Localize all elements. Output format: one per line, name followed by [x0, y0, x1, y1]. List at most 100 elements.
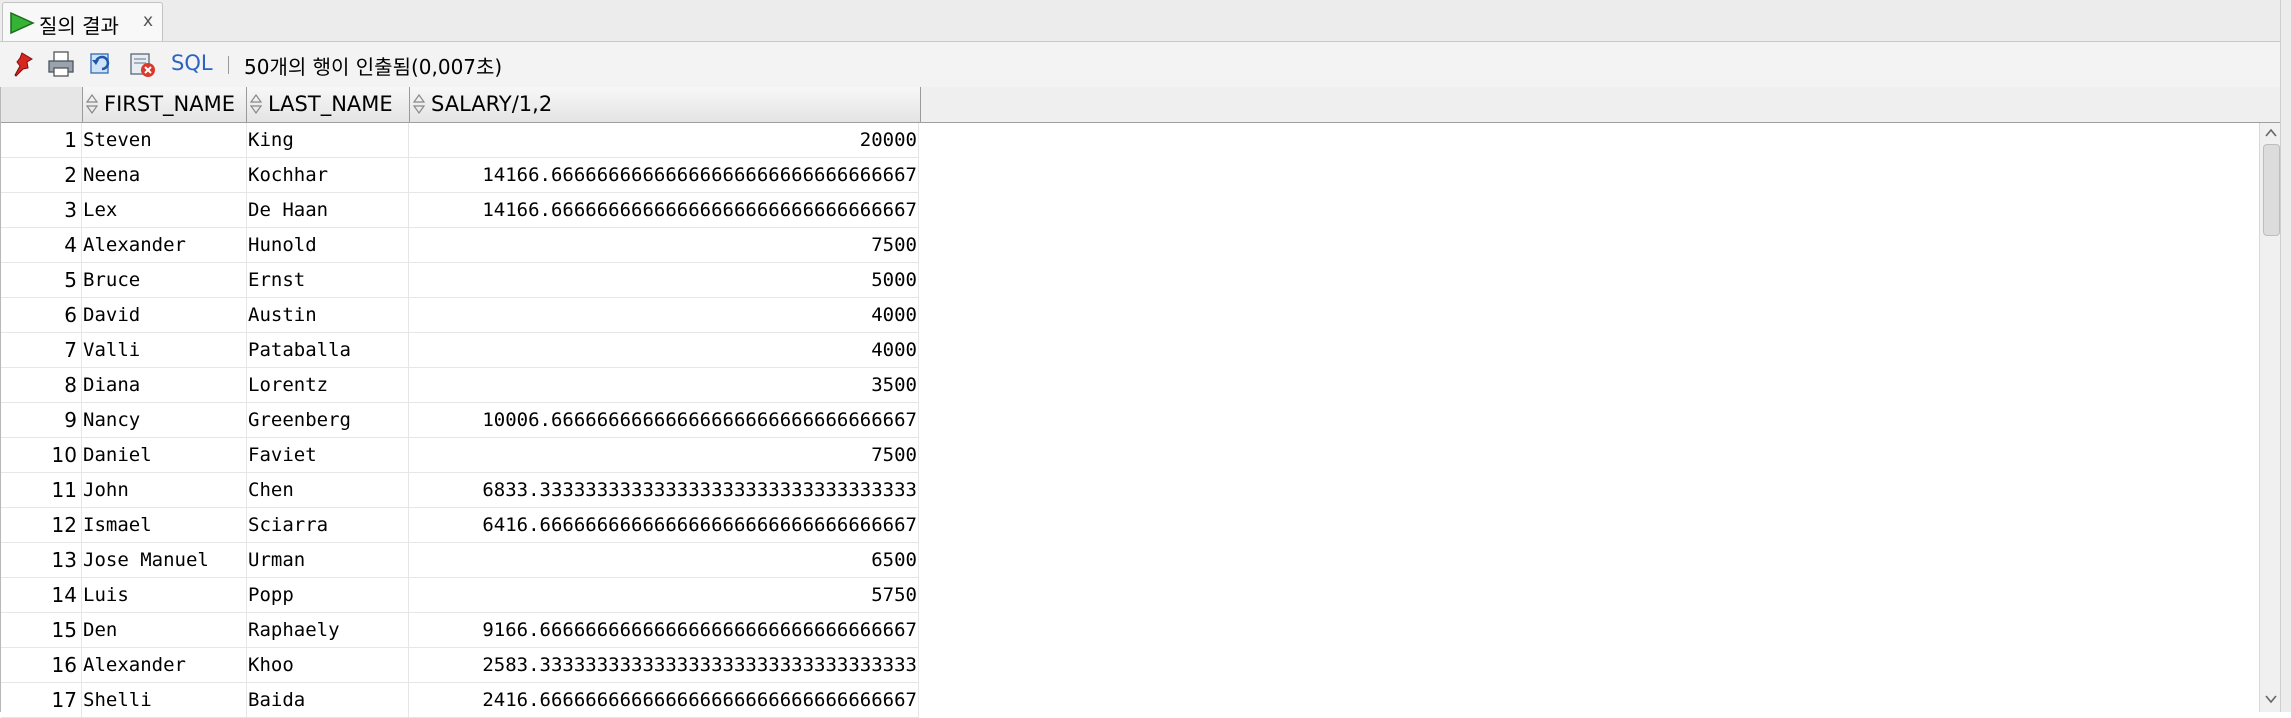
run-icon [10, 12, 35, 34]
cell-salary[interactable]: 3500 [409, 368, 919, 403]
column-header-salary[interactable]: SALARY/1,2 [409, 87, 921, 122]
table-row[interactable]: 6 David Austin 4000 [1, 298, 921, 333]
table-row[interactable]: 10 Daniel Faviet 7500 [1, 438, 921, 473]
column-header-first-name[interactable]: FIRST_NAME [82, 87, 247, 122]
table-row[interactable]: 16 Alexander Khoo 2583.33333333333333333… [1, 648, 921, 683]
cell-salary[interactable]: 20000 [409, 123, 919, 158]
cell-first-name[interactable]: Shelli [82, 683, 247, 718]
vertical-scrollbar[interactable] [2259, 123, 2282, 712]
grid-header: FIRST_NAME LAST_NAME SALARY/1,2 [1, 87, 2281, 123]
table-row[interactable]: 2 Neena Kochhar 14166.666666666666666666… [1, 158, 921, 193]
cell-last-name[interactable]: King [247, 123, 409, 158]
table-row[interactable]: 9 Nancy Greenberg 10006.6666666666666666… [1, 403, 921, 438]
table-row[interactable]: 12 Ismael Sciarra 6416.66666666666666666… [1, 508, 921, 543]
row-number: 16 [1, 648, 82, 683]
cell-last-name[interactable]: Kochhar [247, 158, 409, 193]
cell-last-name[interactable]: Faviet [247, 438, 409, 473]
column-label: LAST_NAME [268, 92, 393, 116]
cell-salary[interactable]: 14166.66666666666666666666666666666667 [409, 193, 919, 228]
table-row[interactable]: 14 Luis Popp 5750 [1, 578, 921, 613]
cell-first-name[interactable]: Diana [82, 368, 247, 403]
refresh-icon[interactable] [86, 49, 116, 79]
cell-first-name[interactable]: Luis [82, 578, 247, 613]
cell-last-name[interactable]: Hunold [247, 228, 409, 263]
cell-first-name[interactable]: John [82, 473, 247, 508]
table-row[interactable]: 4 Alexander Hunold 7500 [1, 228, 921, 263]
row-number: 2 [1, 158, 82, 193]
cell-first-name[interactable]: Alexander [82, 228, 247, 263]
table-row[interactable]: 1 Steven King 20000 [1, 123, 921, 158]
table-row[interactable]: 11 John Chen 6833.3333333333333333333333… [1, 473, 921, 508]
table-row[interactable]: 5 Bruce Ernst 5000 [1, 263, 921, 298]
cell-salary[interactable]: 2416.666666666666666666666666666666667 [409, 683, 919, 718]
row-number: 14 [1, 578, 82, 613]
cell-salary[interactable]: 10006.66666666666666666666666666666667 [409, 403, 919, 438]
cell-first-name[interactable]: Daniel [82, 438, 247, 473]
table-row[interactable]: 8 Diana Lorentz 3500 [1, 368, 921, 403]
export-icon[interactable] [127, 49, 157, 79]
cell-last-name[interactable]: Pataballa [247, 333, 409, 368]
cell-last-name[interactable]: Greenberg [247, 403, 409, 438]
cell-salary[interactable]: 6500 [409, 543, 919, 578]
results-grid: FIRST_NAME LAST_NAME SALARY/1,2 1 Steven… [0, 87, 2291, 718]
cell-first-name[interactable]: David [82, 298, 247, 333]
close-icon[interactable]: x [143, 11, 153, 31]
row-number: 11 [1, 473, 82, 508]
cell-first-name[interactable]: Steven [82, 123, 247, 158]
cell-salary[interactable]: 7500 [409, 438, 919, 473]
table-row[interactable]: 15 Den Raphaely 9166.6666666666666666666… [1, 613, 921, 648]
tab-query-result[interactable]: 질의 결과 x [2, 2, 163, 41]
cell-salary[interactable]: 2583.333333333333333333333333333333333 [409, 648, 919, 683]
pin-icon[interactable] [8, 49, 38, 79]
column-label: SALARY/1,2 [431, 92, 553, 116]
sql-link[interactable]: SQL [171, 51, 213, 75]
cell-salary[interactable]: 6416.666666666666666666666666666666667 [409, 508, 919, 543]
row-number: 9 [1, 403, 82, 438]
table-row[interactable]: 17 Shelli Baida 2416.6666666666666666666… [1, 683, 921, 718]
cell-last-name[interactable]: Sciarra [247, 508, 409, 543]
cell-last-name[interactable]: Raphaely [247, 613, 409, 648]
row-number: 3 [1, 193, 82, 228]
table-row[interactable]: 3 Lex De Haan 14166.66666666666666666666… [1, 193, 921, 228]
cell-first-name[interactable]: Nancy [82, 403, 247, 438]
cell-first-name[interactable]: Jose Manuel [82, 543, 247, 578]
cell-first-name[interactable]: Lex [82, 193, 247, 228]
cell-salary[interactable]: 5000 [409, 263, 919, 298]
cell-first-name[interactable]: Den [82, 613, 247, 648]
row-number: 8 [1, 368, 82, 403]
cell-salary[interactable]: 4000 [409, 333, 919, 368]
cell-salary[interactable]: 14166.66666666666666666666666666666667 [409, 158, 919, 193]
cell-last-name[interactable]: Baida [247, 683, 409, 718]
cell-first-name[interactable]: Ismael [82, 508, 247, 543]
cell-salary[interactable]: 7500 [409, 228, 919, 263]
cell-salary[interactable]: 5750 [409, 578, 919, 613]
column-header-last-name[interactable]: LAST_NAME [246, 87, 410, 122]
scrollbar-thumb[interactable] [2263, 144, 2280, 236]
cell-last-name[interactable]: Urman [247, 543, 409, 578]
cell-last-name[interactable]: De Haan [247, 193, 409, 228]
scroll-down-icon[interactable] [2264, 693, 2278, 705]
tab-strip: 질의 결과 x [0, 0, 2291, 42]
cell-last-name[interactable]: Lorentz [247, 368, 409, 403]
panel-edge [2280, 0, 2291, 712]
cell-salary[interactable]: 6833.333333333333333333333333333333333 [409, 473, 919, 508]
cell-last-name[interactable]: Austin [247, 298, 409, 333]
scroll-up-icon[interactable] [2264, 127, 2278, 139]
table-row[interactable]: 7 Valli Pataballa 4000 [1, 333, 921, 368]
row-number: 15 [1, 613, 82, 648]
cell-first-name[interactable]: Bruce [82, 263, 247, 298]
print-icon[interactable] [46, 49, 76, 79]
cell-first-name[interactable]: Alexander [82, 648, 247, 683]
cell-first-name[interactable]: Neena [82, 158, 247, 193]
cell-first-name[interactable]: Valli [82, 333, 247, 368]
row-number: 4 [1, 228, 82, 263]
cell-last-name[interactable]: Khoo [247, 648, 409, 683]
cell-salary[interactable]: 9166.666666666666666666666666666666667 [409, 613, 919, 648]
column-label: FIRST_NAME [104, 92, 235, 116]
cell-last-name[interactable]: Chen [247, 473, 409, 508]
cell-salary[interactable]: 4000 [409, 298, 919, 333]
cell-last-name[interactable]: Ernst [247, 263, 409, 298]
table-row[interactable]: 13 Jose Manuel Urman 6500 [1, 543, 921, 578]
cell-last-name[interactable]: Popp [247, 578, 409, 613]
row-number: 5 [1, 263, 82, 298]
